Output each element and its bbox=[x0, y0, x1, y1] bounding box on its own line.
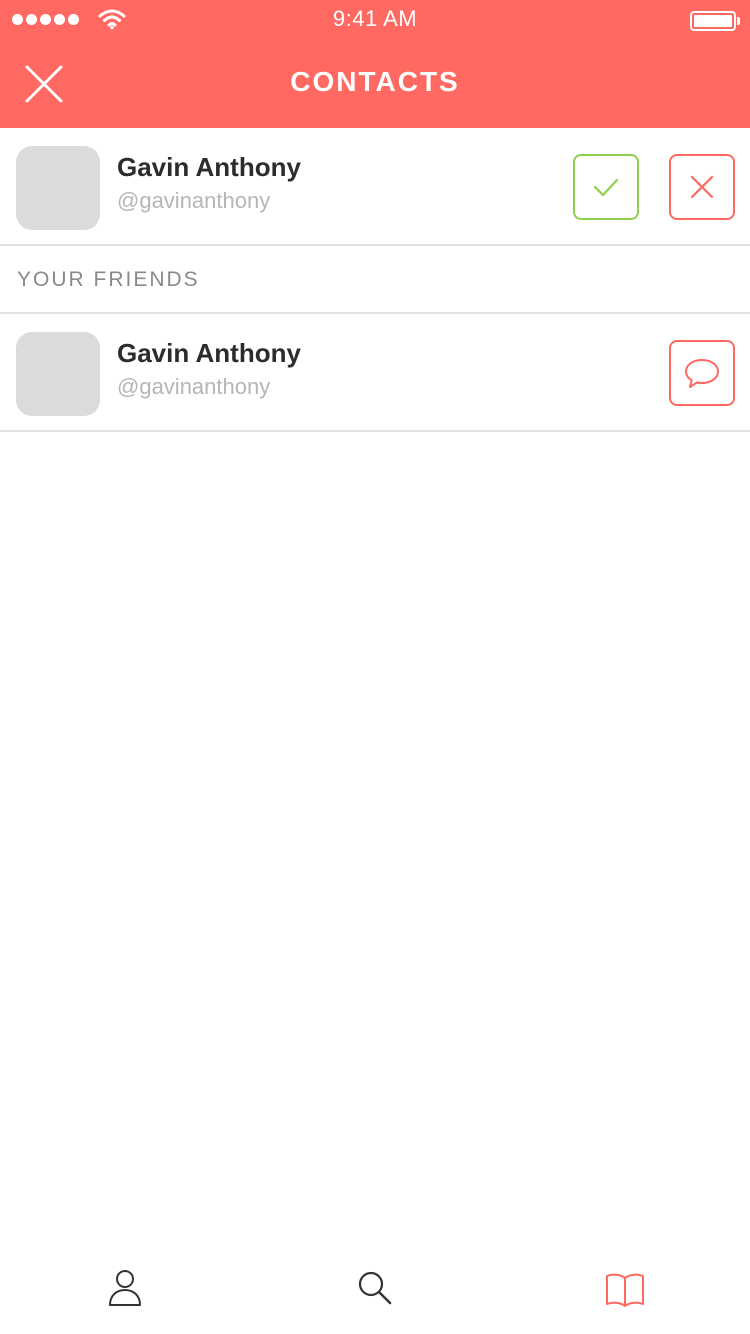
contacts-screen: 9:41 AM CONTACTS Gavin Anthony @gavinant… bbox=[0, 0, 750, 1334]
header: 9:41 AM CONTACTS bbox=[0, 0, 750, 128]
page-title: CONTACTS bbox=[290, 66, 460, 97]
avatar bbox=[16, 146, 100, 230]
battery-tip bbox=[737, 17, 740, 25]
close-icon bbox=[690, 175, 714, 199]
section-label: YOUR FRIENDS bbox=[17, 268, 200, 291]
status-time: 9:41 AM bbox=[332, 6, 418, 31]
contact-handle: @gavinanthony bbox=[117, 188, 271, 213]
decline-button[interactable] bbox=[669, 154, 735, 220]
check-icon bbox=[593, 178, 619, 197]
search-icon[interactable] bbox=[350, 1264, 400, 1314]
contact-name: Gavin Anthony bbox=[117, 152, 301, 182]
status-bar: 9:41 AM bbox=[0, 0, 750, 40]
battery-icon bbox=[690, 11, 736, 31]
avatar bbox=[16, 332, 100, 416]
contact-name: Gavin Anthony bbox=[117, 338, 301, 368]
tab-bar bbox=[0, 1244, 750, 1334]
friend-row[interactable]: Gavin Anthony @gavinanthony bbox=[0, 314, 750, 432]
user-icon[interactable] bbox=[100, 1264, 150, 1314]
message-button[interactable] bbox=[669, 340, 735, 406]
friend-request-row: Gavin Anthony @gavinanthony bbox=[0, 128, 750, 246]
accept-button[interactable] bbox=[573, 154, 639, 220]
book-icon[interactable] bbox=[600, 1264, 650, 1314]
contact-handle: @gavinanthony bbox=[117, 374, 271, 399]
section-header: YOUR FRIENDS bbox=[0, 248, 750, 314]
chat-bubble-icon bbox=[685, 359, 719, 388]
